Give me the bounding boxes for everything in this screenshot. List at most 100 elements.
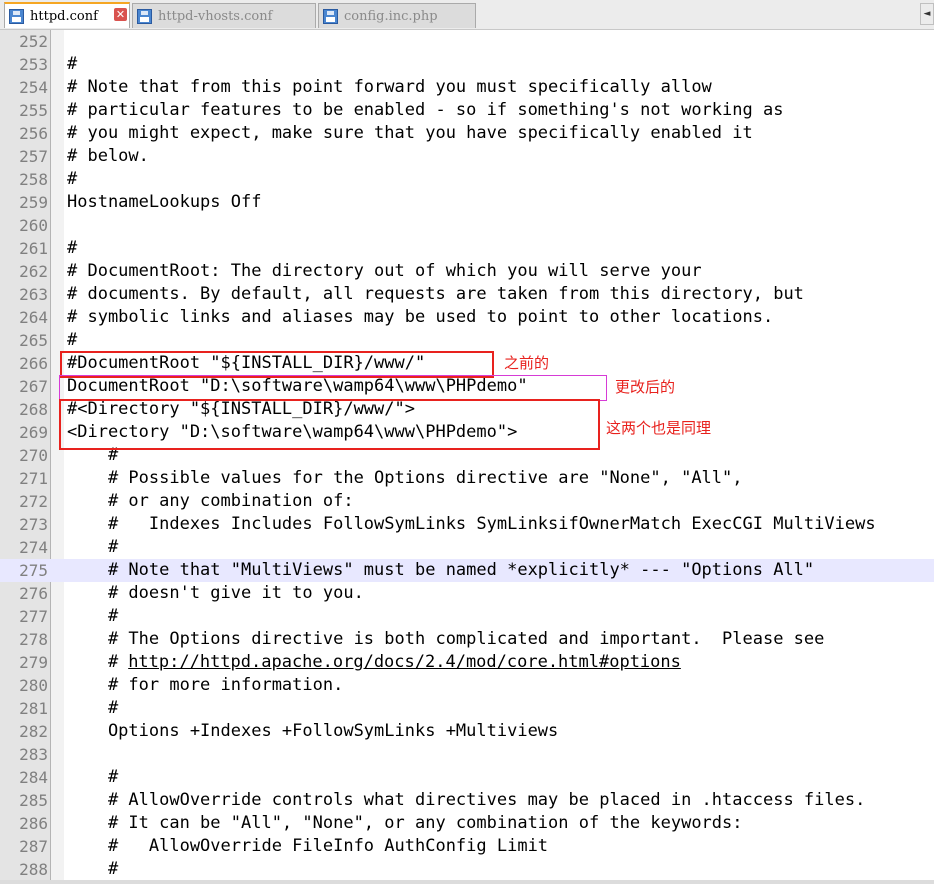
line-number: 280 (19, 676, 48, 695)
code-text: # Note that from this point forward you … (67, 77, 712, 97)
code-line[interactable]: 261 # (0, 237, 934, 260)
tab-label: httpd-vhosts.conf (158, 8, 273, 24)
code-line[interactable]: 273 # Indexes Includes FollowSymLinks Sy… (0, 513, 934, 536)
code-text: # documents. By default, all requests ar… (67, 284, 804, 304)
line-number: 278 (19, 630, 48, 649)
line-number: 258 (19, 170, 48, 189)
code-editor[interactable]: 252 253 #254 # Note that from this point fo… (0, 30, 934, 880)
code-text: # (67, 169, 78, 189)
code-line[interactable]: 252 (0, 30, 934, 53)
tab-httpd-conf[interactable]: httpd.conf ✕ (4, 2, 130, 28)
code-line[interactable]: 283 (0, 743, 934, 766)
code-line[interactable]: 265 # (0, 329, 934, 352)
close-icon[interactable]: ✕ (114, 8, 127, 21)
code-text: # (67, 698, 119, 718)
tab-httpd-vhosts-conf[interactable]: httpd-vhosts.conf (132, 3, 316, 28)
code-line[interactable]: 274 # (0, 536, 934, 559)
code-text: # The Options directive is both complica… (67, 629, 825, 649)
code-text: # for more information. (67, 675, 344, 695)
code-line[interactable]: 281 # (0, 697, 934, 720)
after-highlight-box (59, 375, 607, 401)
code-text: # or any combination of: (67, 491, 354, 511)
line-number: 287 (19, 837, 48, 856)
code-line[interactable]: 260 (0, 214, 934, 237)
code-line[interactable]: 263 # documents. By default, all requests… (0, 283, 934, 306)
code-line[interactable]: 287 # AllowOverride FileInfo AuthConfig … (0, 835, 934, 858)
code-line[interactable]: 272 # or any combination of: (0, 490, 934, 513)
code-line[interactable]: 253 # (0, 53, 934, 76)
line-number: 256 (19, 124, 48, 143)
code-text: # Indexes Includes FollowSymLinks SymLin… (67, 514, 876, 534)
line-number: 257 (19, 147, 48, 166)
code-text: # particular features to be enabled - so… (67, 100, 784, 120)
line-number: 285 (19, 791, 48, 810)
saved-file-icon (9, 8, 24, 24)
code-line[interactable]: 285 # AllowOverride controls what direct… (0, 789, 934, 812)
code-line[interactable]: 286 # It can be "All", "None", or any co… (0, 812, 934, 835)
tab-label: httpd.conf (30, 8, 98, 24)
code-line[interactable]: 284 # (0, 766, 934, 789)
code-text: # DocumentRoot: The directory out of whi… (67, 261, 702, 281)
code-line[interactable]: 279 # http://httpd.apache.org/docs/2.4/m… (0, 651, 934, 674)
line-number: 269 (19, 423, 48, 442)
code-line[interactable]: 282 Options +Indexes +FollowSymLinks +Mu… (0, 720, 934, 743)
code-line[interactable]: 275 # Note that "MultiViews" must be nam… (0, 559, 934, 582)
url-link[interactable]: http://httpd.apache.org/docs/2.4/mod/cor… (128, 651, 681, 674)
line-number: 255 (19, 101, 48, 120)
code-line[interactable]: 257 # below. (0, 145, 934, 168)
code-line[interactable]: 264 # symbolic links and aliases may be u… (0, 306, 934, 329)
code-line[interactable]: 259 HostnameLookups Off (0, 191, 934, 214)
code-text: # (67, 606, 119, 626)
code-line[interactable]: 277 # (0, 605, 934, 628)
line-number: 268 (19, 400, 48, 419)
line-number: 282 (19, 722, 48, 741)
code-text: # Note that "MultiViews" must be named *… (67, 560, 815, 580)
code-text: # below. (67, 146, 149, 166)
code-text: # (67, 54, 78, 74)
line-number: 254 (19, 78, 48, 97)
line-number: 266 (19, 354, 48, 373)
code-line[interactable]: 280 # for more information. (0, 674, 934, 697)
code-text: Options +Indexes +FollowSymLinks +Multiv… (67, 721, 559, 741)
code-line[interactable]: 256 # you might expect, make sure that yo… (0, 122, 934, 145)
line-number: 253 (19, 55, 48, 74)
line-number: 262 (19, 262, 48, 281)
code-line[interactable]: 258 # (0, 168, 934, 191)
code-text: # (67, 330, 78, 350)
code-text: # AllowOverride FileInfo AuthConfig Limi… (67, 836, 549, 856)
code-line[interactable]: 255 # particular features to be enabled -… (0, 99, 934, 122)
line-number: 288 (19, 860, 48, 879)
saved-file-icon (323, 8, 338, 24)
horizontal-scrollbar[interactable] (0, 880, 934, 884)
tab-scroll-left-icon[interactable]: ◄ (920, 3, 934, 25)
tab-config-inc-php[interactable]: config.inc.php (318, 3, 476, 28)
line-number: 271 (19, 469, 48, 488)
code-line[interactable]: 271 # Possible values for the Options di… (0, 467, 934, 490)
line-number: 267 (19, 377, 48, 396)
line-number: 286 (19, 814, 48, 833)
annotation-before: 之前的 (504, 354, 550, 372)
code-text: HostnameLookups Off (67, 192, 262, 212)
directory-highlight-box (59, 399, 600, 450)
code-text: # Possible values for the Options direct… (67, 468, 743, 488)
line-number: 276 (19, 584, 48, 603)
code-text: # you might expect, make sure that you h… (67, 123, 753, 143)
code-line[interactable]: 278 # The Options directive is both comp… (0, 628, 934, 651)
tab-label: config.inc.php (344, 8, 438, 24)
saved-file-icon (137, 8, 152, 24)
line-number: 252 (19, 32, 48, 51)
line-number: 270 (19, 446, 48, 465)
code-text: # (67, 238, 78, 258)
code-text: # AllowOverride controls what directives… (67, 790, 866, 810)
code-line[interactable]: 276 # doesn't give it to you. (0, 582, 934, 605)
code-line[interactable]: 262 # DocumentRoot: The directory out of … (0, 260, 934, 283)
code-line[interactable]: 288 # (0, 858, 934, 880)
code-text: # symbolic links and aliases may be used… (67, 307, 774, 327)
code-line[interactable]: 254 # Note that from this point forward y… (0, 76, 934, 99)
line-number: 259 (19, 193, 48, 212)
code-text: # (67, 859, 119, 879)
code-text: # (67, 767, 119, 787)
line-number: 279 (19, 653, 48, 672)
line-number: 283 (19, 745, 48, 764)
line-number: 277 (19, 607, 48, 626)
